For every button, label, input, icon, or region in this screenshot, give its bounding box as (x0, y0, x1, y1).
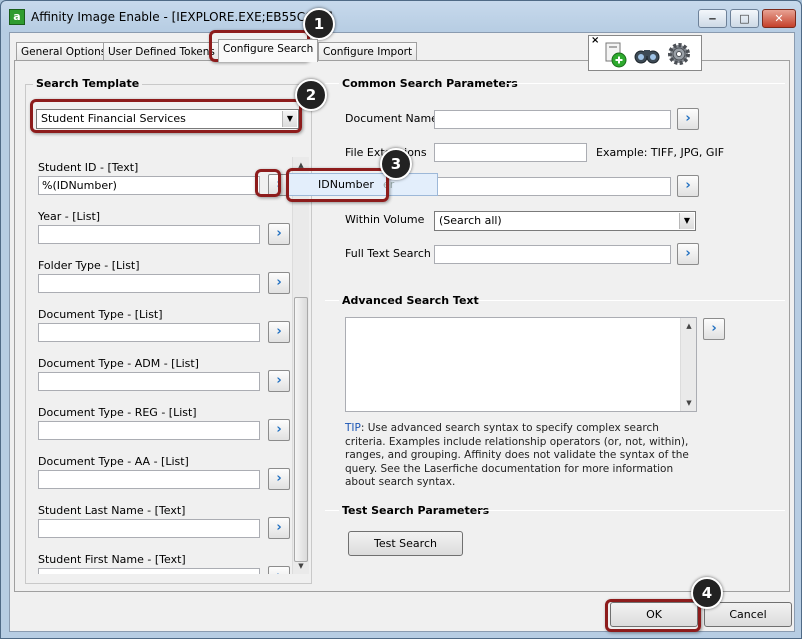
field-input-document-type-adm[interactable] (38, 372, 260, 391)
common-search-heading: Common Search Parameters (339, 77, 521, 90)
chevron-down-icon[interactable]: ▼ (679, 213, 694, 229)
common-search-divider (507, 83, 785, 84)
tab-configure-import[interactable]: Configure Import (318, 42, 418, 61)
callout-badge-1: 1 (303, 8, 335, 40)
full-text-insert-token-button[interactable]: › (677, 243, 699, 265)
maximize-button[interactable]: □ (730, 9, 759, 28)
gear-icon[interactable] (665, 40, 693, 68)
field-input-folder-type[interactable] (38, 274, 260, 293)
app-window: a Affinity Image Enable - [IEXPLORE.EXE;… (0, 0, 802, 639)
close-button[interactable]: ✕ (762, 9, 796, 28)
search-template-heading: Search Template (33, 77, 143, 90)
advanced-search-heading: Advanced Search Text (339, 294, 482, 307)
tip-text: : Use advanced search syntax to specify … (345, 422, 689, 488)
toolbar: × (588, 35, 702, 71)
field-input-student-id[interactable]: %(IDNumber) (38, 176, 260, 195)
file-name-insert-token-button[interactable]: › (677, 175, 699, 197)
tip-label: TIP (345, 422, 361, 434)
student-last-name-insert-token-button[interactable]: › (268, 517, 290, 539)
app-icon: a (9, 9, 25, 25)
document-type-insert-token-button[interactable]: › (268, 321, 290, 343)
field-label-student-first-name: Student First Name - [Text] (38, 553, 186, 566)
scroll-down-icon[interactable]: ▼ (681, 395, 697, 411)
callout-student-id-button (255, 169, 281, 197)
file-name-input[interactable] (434, 177, 671, 196)
advanced-search-textarea[interactable]: ▲ ▼ (345, 317, 697, 412)
advanced-search-divider (478, 300, 785, 301)
field-input-document-type-aa[interactable] (38, 470, 260, 489)
document-type-reg-insert-token-button[interactable]: › (268, 419, 290, 441)
year-insert-token-button[interactable]: › (268, 223, 290, 245)
callout-search-template (30, 99, 302, 133)
field-label-student-id: Student ID - [Text] (38, 161, 139, 174)
title-bar[interactable]: a Affinity Image Enable - [IEXPLORE.EXE;… (1, 1, 801, 33)
within-volume-dropdown[interactable]: (Search all) ▼ (434, 211, 696, 231)
document-type-aa-insert-token-button[interactable]: › (268, 468, 290, 490)
window-title: Affinity Image Enable - [IEXPLORE.EXE;EB… (31, 10, 333, 24)
callout-badge-3: 3 (380, 148, 412, 180)
test-search-divider (479, 510, 785, 511)
configure-search-panel: Search Template Student Financial Servic… (14, 60, 790, 592)
full-text-search-input[interactable] (434, 245, 671, 264)
field-label-document-type-aa: Document Type - AA - [List] (38, 455, 189, 468)
folder-type-insert-token-button[interactable]: › (268, 272, 290, 294)
field-label-student-last-name: Student Last Name - [Text] (38, 504, 186, 517)
template-fields-list[interactable]: Student ID - [Text] %(IDNumber) › Year -… (35, 156, 311, 574)
file-extensions-example: Example: TIFF, JPG, GIF (596, 146, 725, 159)
test-search-button[interactable]: Test Search (348, 531, 463, 556)
field-input-student-first-name[interactable] (38, 568, 260, 574)
advanced-search-tip: TIP: Use advanced search syntax to speci… (345, 422, 697, 490)
document-name-label: Document Name (345, 112, 438, 125)
callout-ok-button (605, 599, 701, 632)
document-name-insert-token-button[interactable]: › (677, 108, 699, 130)
field-input-year[interactable] (38, 225, 260, 244)
field-label-document-type: Document Type - [List] (38, 308, 163, 321)
advanced-search-divider-left (325, 300, 339, 301)
scroll-up-icon[interactable]: ▲ (681, 318, 697, 334)
callout-badge-2: 2 (295, 79, 327, 111)
cancel-button[interactable]: Cancel (704, 602, 792, 627)
field-input-document-type[interactable] (38, 323, 260, 342)
field-input-document-type-reg[interactable] (38, 421, 260, 440)
callout-idnumber-token (286, 168, 389, 202)
document-type-adm-insert-token-button[interactable]: › (268, 370, 290, 392)
scroll-down-icon[interactable]: ▼ (293, 558, 309, 574)
tab-general-options[interactable]: General Options (16, 42, 112, 61)
within-volume-value: (Search all) (439, 214, 502, 227)
document-name-input[interactable] (434, 110, 671, 129)
tab-user-defined-tokens[interactable]: User Defined Tokens (103, 42, 220, 61)
add-document-icon[interactable] (601, 40, 629, 68)
scrollbar-thumb[interactable] (294, 297, 308, 562)
minimize-button[interactable]: ‒ (698, 9, 727, 28)
field-input-student-last-name[interactable] (38, 519, 260, 538)
binoculars-icon[interactable] (633, 40, 661, 68)
advanced-search-scrollbar[interactable]: ▲ ▼ (680, 318, 696, 411)
file-extensions-input[interactable] (434, 143, 587, 162)
full-text-search-label: Full Text Search (345, 247, 431, 260)
tab-configure-search[interactable]: Configure Search (218, 39, 319, 62)
student-first-name-insert-token-button[interactable]: › (268, 566, 290, 574)
test-search-divider-left (325, 510, 339, 511)
within-volume-label: Within Volume (345, 213, 425, 226)
callout-badge-4: 4 (691, 577, 723, 609)
template-fields-scrollbar[interactable]: ▲ ▼ (292, 157, 309, 574)
field-label-document-type-reg: Document Type - REG - [List] (38, 406, 197, 419)
advanced-insert-token-button[interactable]: › (703, 318, 725, 340)
field-label-year: Year - [List] (38, 210, 101, 223)
field-label-folder-type: Folder Type - [List] (38, 259, 140, 272)
toolbar-close-icon[interactable]: × (591, 35, 599, 46)
field-label-document-type-adm: Document Type - ADM - [List] (38, 357, 199, 370)
common-search-divider-left (325, 83, 339, 84)
test-search-heading: Test Search Parameters (339, 504, 493, 517)
